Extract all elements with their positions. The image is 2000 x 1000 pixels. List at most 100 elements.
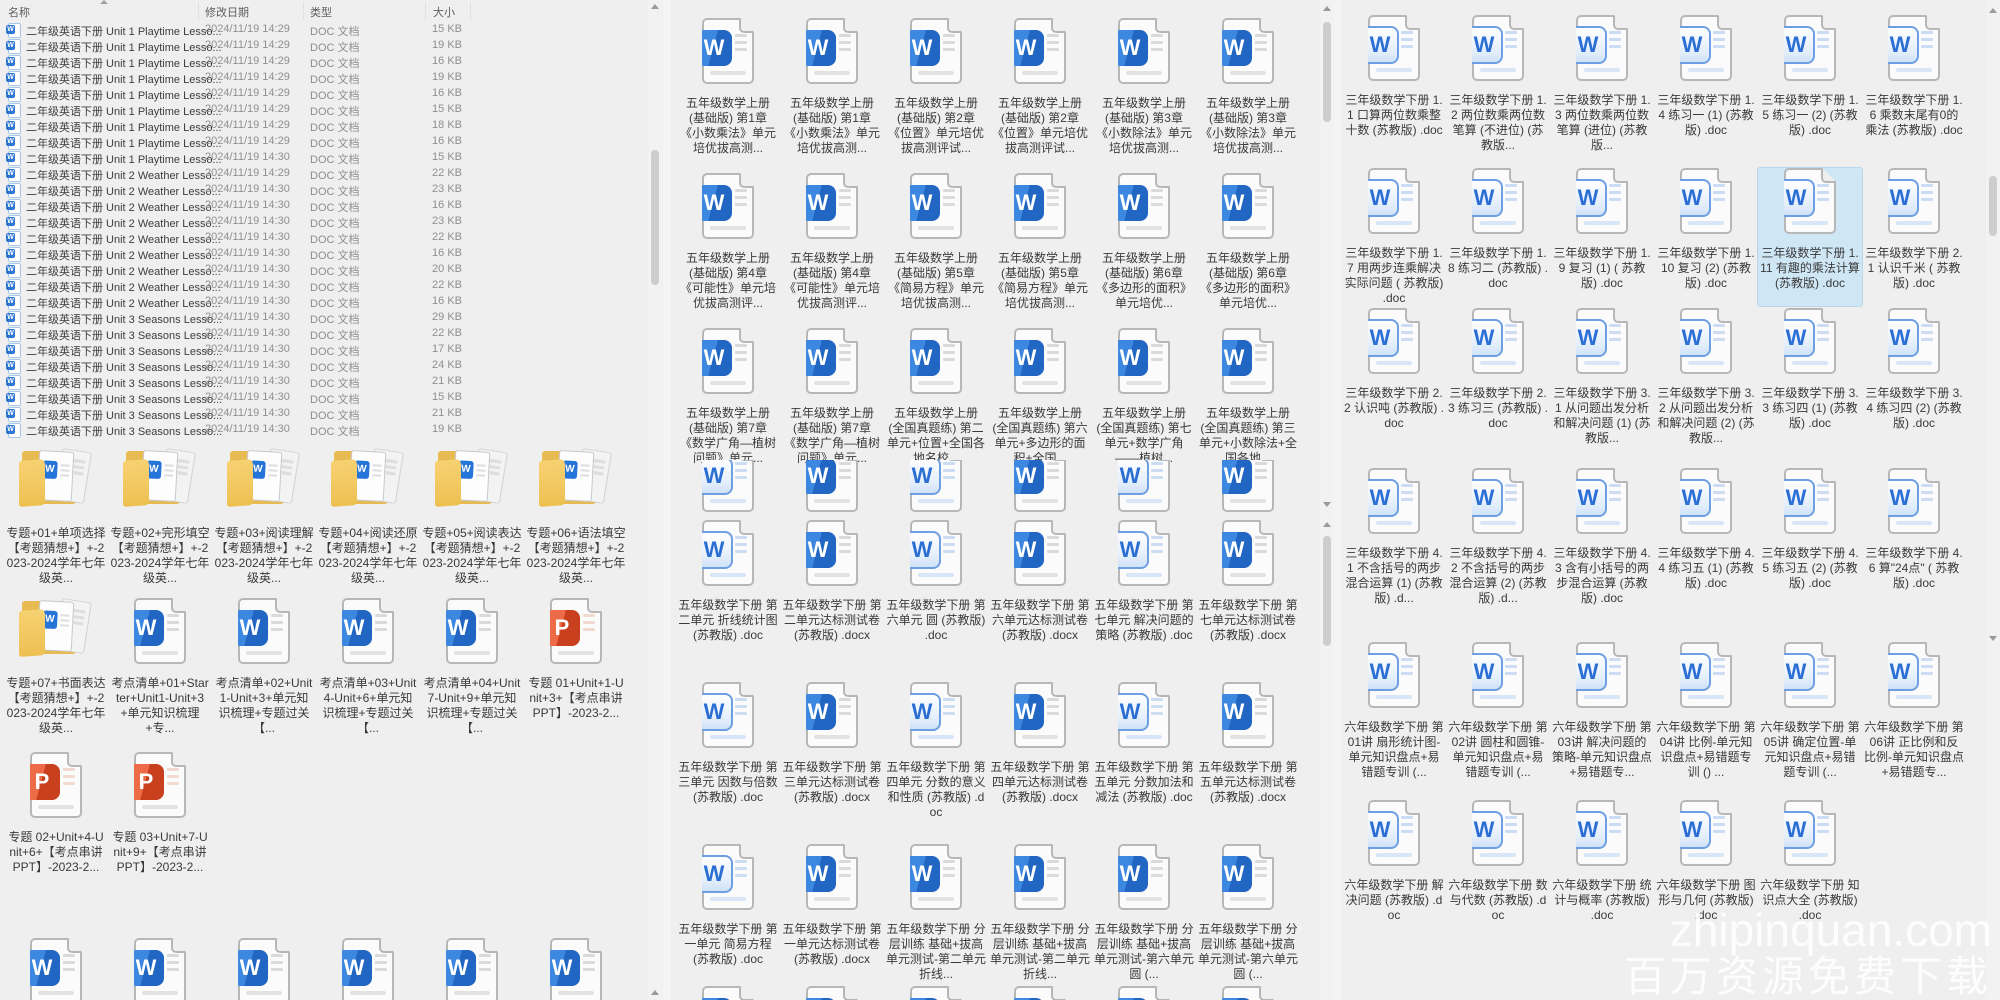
file-item[interactable]: W 五年级数学下册 第四单元 分数的意义和性质 (苏教版) .doc: [884, 682, 988, 820]
file-item[interactable]: W 三年级数学下册 1.6 乘数末尾有0的乘法 (苏教版) .doc: [1862, 15, 1966, 153]
file-item[interactable]: W 六年级数学下册 第03讲 解决问题的策略-单元知识盘点+易错题专...: [1550, 642, 1654, 780]
file-item[interactable]: W 五年级数学下册 第六单元达标测试卷 (苏教版) .docx: [988, 520, 1092, 643]
file-item[interactable]: W: [676, 460, 780, 522]
file-row[interactable]: W 二年级英语下册 Unit 3 Seasons Lesso... 2024/11/…: [0, 310, 648, 326]
file-item[interactable]: W: [1196, 986, 1300, 1000]
file-row[interactable]: W 二年级英语下册 Unit 3 Seasons Lesso... 2024/11/…: [0, 326, 648, 342]
file-item[interactable]: W 五年级数学上册 (基础版) 第4章《可能性》单元培优拔高测评...: [676, 173, 780, 311]
file-row[interactable]: W 二年级英语下册 Unit 1 Playtime Lesso... 2024/11…: [0, 38, 648, 54]
file-item[interactable]: W 六年级数学下册 第04讲 比例-单元知识盘点+易错题专训 () ...: [1654, 642, 1758, 780]
folder-item[interactable]: W 专题+02+完形填空【考题猜想+】+-2023-2024学年七年级英...: [108, 447, 212, 586]
file-item[interactable]: W 五年级数学下册 第三单元达标测试卷 (苏教版) .docx: [780, 682, 884, 820]
file-item[interactable]: W 五年级数学上册 (基础版) 第7章《数学广角—植树问题》单元...: [780, 328, 884, 466]
file-item[interactable]: W 六年级数学下册 解决问题 (苏教版) .doc: [1342, 800, 1446, 923]
file-item[interactable]: W: [524, 938, 628, 1000]
file-item[interactable]: W 五年级数学上册 (基础版) 第5章《简易方程》单元培优拔高测...: [884, 173, 988, 311]
file-item[interactable]: W 五年级数学上册 (基础版) 第6章《多边形的面积》单元培优...: [1092, 173, 1196, 311]
file-item[interactable]: W 五年级数学下册 分层训练 基础+拔高 单元测试-第六单元 圆 (...: [1196, 844, 1300, 982]
file-row[interactable]: W 二年级英语下册 Unit 1 Playtime Lesso... 2024/11…: [0, 70, 648, 86]
file-item[interactable]: W 五年级数学下册 第五单元达标测试卷 (苏教版) .docx: [1196, 682, 1300, 820]
file-row[interactable]: W 二年级英语下册 Unit 3 Seasons Lesso... 2024/11/…: [0, 374, 648, 390]
file-row[interactable]: W 二年级英语下册 Unit 2 Weather Lesso... 2024/11/…: [0, 246, 648, 262]
file-item[interactable]: W 三年级数学下册 4.2 不含括号的两步混合运算 (2) (苏教版) .d...: [1446, 468, 1550, 606]
folder-item[interactable]: W 专题+06+语法填空【考题猜想+】+-2023-2024学年七年级英...: [524, 447, 628, 586]
file-item[interactable]: W 六年级数学下册 统计与概率 (苏教版) .doc: [1550, 800, 1654, 923]
scroll-up-icon[interactable]: [651, 4, 659, 9]
left-scrollbar[interactable]: [648, 0, 662, 1000]
column-separator[interactable]: [425, 2, 426, 20]
file-row[interactable]: W 二年级英语下册 Unit 2 Weather Lesso... 2024/11/…: [0, 262, 648, 278]
file-item[interactable]: W 五年级数学下册 第二单元达标测试卷 (苏教版) .docx: [780, 520, 884, 643]
file-item[interactable]: W 考点清单+03+Unit4-Unit+6+单元知识梳理+专题过关【...: [316, 598, 420, 736]
scroll-down-icon[interactable]: [1323, 502, 1331, 507]
file-item[interactable]: W 五年级数学下册 第四单元达标测试卷 (苏教版) .docx: [988, 682, 1092, 820]
file-item[interactable]: W: [884, 986, 988, 1000]
scrollbar-thumb[interactable]: [1989, 176, 1997, 236]
file-item[interactable]: W 考点清单+02+Unit1-Unit+3+单元知识梳理+专题过关【...: [212, 598, 316, 736]
file-item[interactable]: P 专题 03+Unit+7-Unit+9+【考点串讲PPT】-2023-2...: [108, 752, 212, 875]
file-item[interactable]: W 五年级数学上册 (基础版) 第1章《小数乘法》单元培优拔高测...: [780, 18, 884, 156]
file-item[interactable]: W 五年级数学下册 第七单元达标测试卷 (苏教版) .docx: [1196, 520, 1300, 643]
file-item[interactable]: W 六年级数学下册 第06讲 正比例和反比例-单元知识盘点+易错题专...: [1862, 642, 1966, 780]
column-header-date[interactable]: 修改日期: [205, 4, 249, 20]
file-item[interactable]: W 六年级数学下册 第05讲 确定位置-单元知识盘点+易错题专训 (...: [1758, 642, 1862, 780]
file-item[interactable]: W 五年级数学下册 第一单元达标测试卷 (苏教版) .docx: [780, 844, 884, 982]
file-item[interactable]: W: [676, 986, 780, 1000]
file-row[interactable]: W 二年级英语下册 Unit 1 Playtime Lesso... 2024/11…: [0, 118, 648, 134]
file-row[interactable]: W 二年级英语下册 Unit 1 Playtime Lesso... 2024/11…: [0, 86, 648, 102]
file-item[interactable]: W: [884, 460, 988, 522]
file-item[interactable]: W 五年级数学下册 第三单元 因数与倍数 (苏教版) .doc: [676, 682, 780, 820]
file-item[interactable]: W 三年级数学下册 1.2 两位数乘两位数笔算 (不进位) (苏教版...: [1446, 15, 1550, 153]
file-item[interactable]: W 五年级数学上册 (全国真题练) 第三单元+小数除法+全国各地...: [1196, 328, 1300, 466]
file-item[interactable]: W 五年级数学下册 第六单元 圆 (苏教版) .doc: [884, 520, 988, 643]
file-row[interactable]: W 二年级英语下册 Unit 3 Seasons Lesso... 2024/11/…: [0, 406, 648, 422]
file-item[interactable]: P 专题 02+Unit+4-Unit+6+【考点串讲PPT】-2023-2...: [4, 752, 108, 875]
file-row[interactable]: W 二年级英语下册 Unit 3 Seasons Lesso... 2024/11/…: [0, 358, 648, 374]
column-header-type[interactable]: 类型: [310, 4, 332, 20]
file-item[interactable]: W: [1092, 986, 1196, 1000]
file-row[interactable]: W 二年级英语下册 Unit 2 Weather Lesso... 2024/11/…: [0, 278, 648, 294]
file-item[interactable]: W: [316, 938, 420, 1000]
file-item[interactable]: W 三年级数学下册 3.1 从问题出发分析和解决问题 (1) (苏教版...: [1550, 308, 1654, 446]
file-item[interactable]: W 五年级数学下册 分层训练 基础+拔高 单元测试-第二单元 折线...: [884, 844, 988, 982]
file-item[interactable]: W 三年级数学下册 2.1 认识千米 ( 苏教版) .doc: [1862, 168, 1966, 306]
scroll-down-icon[interactable]: [1989, 636, 1997, 641]
file-item[interactable]: W 三年级数学下册 4.5 练习五 (2) (苏教版) .doc: [1758, 468, 1862, 606]
file-item[interactable]: W: [212, 938, 316, 1000]
middle-scrollbar[interactable]: [1320, 0, 1334, 1000]
column-header-name[interactable]: 名称: [8, 4, 30, 20]
file-row[interactable]: W 二年级英语下册 Unit 3 Seasons Lesso... 2024/11/…: [0, 390, 648, 406]
file-item[interactable]: W: [1196, 460, 1300, 522]
file-row[interactable]: W 二年级英语下册 Unit 2 Weather Lesso... 2024/11/…: [0, 198, 648, 214]
scroll-up-icon[interactable]: [651, 990, 659, 995]
file-item[interactable]: W: [108, 938, 212, 1000]
file-item[interactable]: P 专题 01+Unit+1-Unit+3+【考点串讲PPT】-2023-2...: [524, 598, 628, 736]
file-item[interactable]: W 三年级数学下册 1.10 复习 (2) (苏教版) .doc: [1654, 168, 1758, 306]
folder-item[interactable]: W 专题+07+书面表达【考题猜想+】+-2023-2024学年七年级英...: [4, 597, 108, 736]
file-item[interactable]: W: [420, 938, 524, 1000]
file-item[interactable]: W: [988, 986, 1092, 1000]
file-item[interactable]: W 五年级数学下册 第七单元 解决问题的策略 (苏教版) .doc: [1092, 520, 1196, 643]
file-item[interactable]: W 三年级数学下册 3.3 练习四 (1) (苏教版) .doc: [1758, 308, 1862, 446]
file-item[interactable]: W 五年级数学下册 第二单元 折线统计图 (苏教版) .doc: [676, 520, 780, 643]
folder-item[interactable]: W 专题+04+阅读还原【考题猜想+】+-2023-2024学年七年级英...: [316, 447, 420, 586]
file-row[interactable]: W 二年级英语下册 Unit 3 Seasons Lesso... 2024/11/…: [0, 342, 648, 358]
file-item[interactable]: W 三年级数学下册 1.11 有趣的乘法计算 (苏教版) .doc: [1757, 167, 1863, 307]
file-row[interactable]: W 二年级英语下册 Unit 1 Playtime Lesso... 2024/11…: [0, 150, 648, 166]
file-row[interactable]: W 二年级英语下册 Unit 3 Seasons Lesso... 2024/11/…: [0, 422, 648, 438]
file-item[interactable]: W 三年级数学下册 1.4 练习一 (1) (苏教版) .doc: [1654, 15, 1758, 153]
file-item[interactable]: W 五年级数学上册 (基础版) 第3章《小数除法》单元培优拔高测...: [1092, 18, 1196, 156]
file-item[interactable]: W: [780, 986, 884, 1000]
file-item[interactable]: W 三年级数学下册 3.4 练习四 (2) (苏教版) .doc: [1862, 308, 1966, 446]
file-item[interactable]: W 六年级数学下册 第01讲 扇形统计图-单元知识盘点+易错题专训 (...: [1342, 642, 1446, 780]
folder-item[interactable]: W 专题+01+单项选择【考题猜想+】+-2023-2024学年七年级英...: [4, 447, 108, 586]
right-scrollbar[interactable]: [1986, 0, 2000, 1000]
file-row[interactable]: W 二年级英语下册 Unit 2 Weather Lesso... 2024/11/…: [0, 294, 648, 310]
file-item[interactable]: W 五年级数学上册 (全国真题练) 第二单元+位置+全国各地名校...: [884, 328, 988, 466]
file-row[interactable]: W 二年级英语下册 Unit 2 Weather Lesso... 2024/11/…: [0, 230, 648, 246]
file-item[interactable]: W 三年级数学下册 1.8 练习二 (苏教版) .doc: [1446, 168, 1550, 306]
column-separator[interactable]: [303, 2, 304, 20]
column-separator[interactable]: [470, 2, 471, 20]
file-item[interactable]: W 五年级数学上册 (全国真题练) 第七单元+数学广角——植树...: [1092, 328, 1196, 466]
file-row[interactable]: W 二年级英语下册 Unit 2 Weather Lesso... 2024/11/…: [0, 166, 648, 182]
